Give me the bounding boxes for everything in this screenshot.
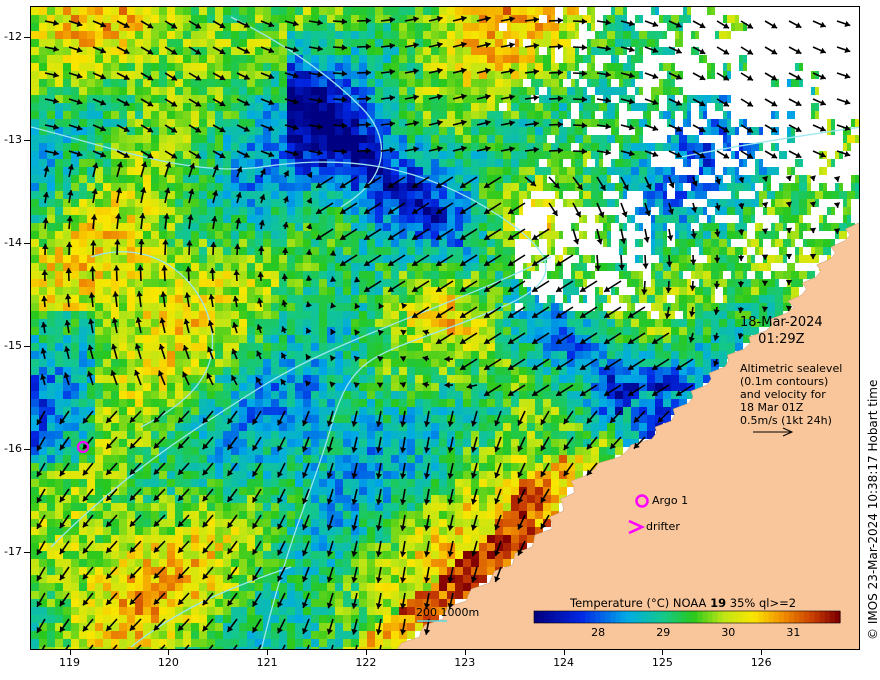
- longitude-tick-label: 119: [59, 656, 81, 669]
- drifter-legend-label: drifter: [646, 520, 680, 533]
- longitude-tick-mark: [69, 650, 71, 655]
- argo-legend-label: Argo 1: [652, 494, 689, 507]
- longitude-tick-mark: [761, 650, 763, 655]
- latitude-tick-label: -17: [4, 545, 22, 559]
- longitude-tick-mark: [563, 650, 565, 655]
- colorbar-title-prefix: Temperature (°C) NOAA: [570, 596, 711, 610]
- latitude-tick-label: -15: [4, 339, 22, 353]
- latitude-tick-label: -12: [4, 29, 22, 43]
- longitude-tick-label: 120: [157, 656, 179, 669]
- longitude-tick-mark: [662, 650, 664, 655]
- latitude-tick-mark: [24, 346, 30, 348]
- latitude-tick-mark: [24, 139, 30, 141]
- latitude-tick-mark: [24, 552, 30, 554]
- colorbar-tick-label: 30: [721, 626, 736, 639]
- alt-note-line-3: and velocity for: [740, 388, 826, 401]
- colorbar-title-suffix: 35% ql>=2: [726, 596, 797, 610]
- alt-note-line-4: 18 Mar 01Z: [740, 401, 804, 414]
- sst-map-canvas: [31, 7, 859, 649]
- latitude-tick-mark: [24, 36, 30, 38]
- longitude-tick-label: 125: [651, 656, 673, 669]
- alt-note-line-1: Altimetric sealevel: [740, 362, 843, 375]
- colorbar-title-satellite: 19: [710, 596, 727, 610]
- colorbar-tick-label: 28: [591, 626, 606, 639]
- map-panel: [30, 6, 860, 650]
- colorbar-tick-label: 31: [786, 626, 801, 639]
- colorbar-tick-label: 29: [656, 626, 671, 639]
- latitude-tick-mark: [24, 449, 30, 451]
- colorbar-title: Temperature (°C) NOAA 19 35% ql>=2: [570, 596, 796, 610]
- image-datetime: 18-Mar-2024 01:29Z: [740, 314, 823, 348]
- longitude-tick-mark: [168, 650, 170, 655]
- contour-depth-legend: 200 1000m: [416, 606, 480, 619]
- longitude-tick-label: 126: [750, 656, 772, 669]
- longitude-tick-label: 121: [256, 656, 278, 669]
- longitude-tick-mark: [267, 650, 269, 655]
- imos-credit: © IMOS 23-Mar-2024 10:38:17 Hobart time: [866, 379, 880, 640]
- longitude-tick-mark: [365, 650, 367, 655]
- longitude-tick-label: 123: [454, 656, 476, 669]
- alt-note-line-5: 0.5m/s (1kt 24h): [740, 414, 832, 427]
- latitude-tick-mark: [24, 242, 30, 244]
- date-text: 18-Mar-2024: [740, 315, 823, 330]
- longitude-tick-label: 122: [355, 656, 377, 669]
- longitude-tick-mark: [464, 650, 466, 655]
- altimetry-note: Altimetric sealevel (0.1m contours) and …: [740, 362, 842, 427]
- latitude-tick-label: -16: [4, 442, 22, 456]
- time-text: 01:29Z: [758, 332, 805, 347]
- longitude-tick-label: 124: [553, 656, 575, 669]
- latitude-tick-label: -13: [4, 132, 22, 146]
- temperature-colorbar: [533, 610, 841, 624]
- alt-note-line-2: (0.1m contours): [740, 375, 829, 388]
- latitude-tick-label: -14: [4, 235, 22, 249]
